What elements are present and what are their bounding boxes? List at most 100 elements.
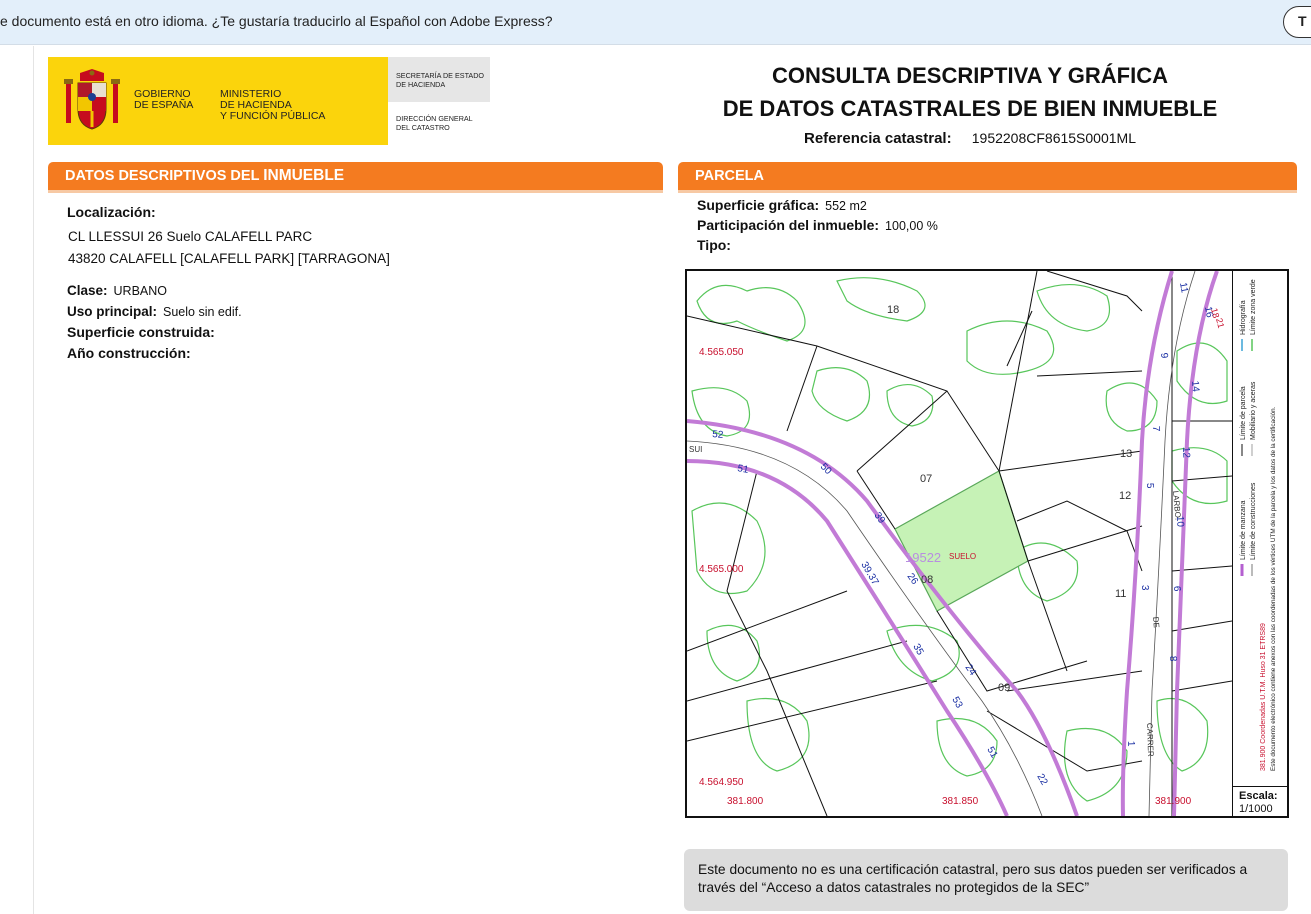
superficie-row: Superficie gráfica: 552 m2 <box>697 195 1257 215</box>
road-number: 11 <box>1177 282 1190 295</box>
section-title-emph: INMUEBLE <box>263 167 345 184</box>
map-scale: Escala: 1/1000 <box>1232 786 1287 816</box>
street-label: DE <box>1151 616 1161 628</box>
road-number: 9 <box>1158 352 1169 359</box>
translate-button[interactable]: T <box>1283 6 1311 38</box>
disclaimer-note: Este documento no es una certificación c… <box>684 849 1288 911</box>
utm-x-label: 381.800 <box>727 796 764 807</box>
government-logo: GOBIERNO DE ESPAÑA MINISTERIO DE HACIEND… <box>48 57 490 145</box>
map-canvas: 18 07 13 12 11 08 09 19522 SUELO 52 51 5… <box>687 271 1232 816</box>
superficie-label: Superficie gráfica: <box>697 197 820 213</box>
address-block: CL LLESSUI 26 Suelo CALAFELL PARC 43820 … <box>67 226 627 270</box>
note-line-1: Este documento no es una certificación c… <box>698 862 1248 877</box>
legend-zona-verde: Límite zona verde <box>1250 279 1257 335</box>
road-number: 22 <box>1034 772 1049 788</box>
utm-y-label: 4.565.050 <box>699 347 744 358</box>
clase-row: Clase: URBANO <box>67 280 627 301</box>
legend-parcela: Límite de parcela <box>1240 386 1247 440</box>
legend-coord-note: 381.900 Coordenadas U.T.M. Huso 31 ETRS8… <box>1260 623 1267 771</box>
secretaria-line-1: SECRETARÍA DE ESTADO <box>396 71 484 80</box>
address-line-1: CL LLESSUI 26 Suelo CALAFELL PARC <box>68 229 313 244</box>
ano-construccion-label: Año construcción: <box>67 345 191 361</box>
coat-of-arms-icon <box>64 69 120 130</box>
legend-hidrografia: Hidrografía <box>1240 300 1247 335</box>
ref-label: Referencia catastral: <box>804 130 952 147</box>
note-line-2: través del “Acceso a datos catastrales n… <box>698 880 1090 895</box>
direccion-line-1: DIRECCIÓN GENERAL <box>396 114 473 123</box>
ref-value: 1952208CF8615S0001ML <box>971 130 1136 146</box>
utm-y-label: 4.565.000 <box>699 564 744 575</box>
participacion-value: 100,00 % <box>885 219 938 233</box>
road-number: 24 <box>963 662 979 678</box>
direccion-line-2: DEL CATASTRO <box>396 123 450 132</box>
legend-manzana: Límite de manzana <box>1240 500 1247 560</box>
address-line-2: 43820 CALAFELL [CALAFELL PARK] [TARRAGON… <box>68 251 390 266</box>
title-line-2: DE DATOS CATASTRALES DE BIEN INMUEBLE <box>722 96 1218 121</box>
road-number: 21 <box>1214 317 1226 329</box>
road-number: 1 <box>1125 741 1136 747</box>
translate-bar: e documento está en otro idioma. ¿Te gus… <box>0 0 1311 45</box>
street-label: CARRER <box>1145 723 1155 757</box>
cadastral-reference: Referencia catastral: 1952208CF8615S0001… <box>680 130 1260 147</box>
parcela-title: PARCELA <box>695 168 765 184</box>
utm-x-label: 381.900 <box>1155 796 1192 807</box>
section-header-descriptivos: DATOS DESCRIPTIVOS DEL INMUEBLE <box>48 162 663 193</box>
participacion-row: Participación del inmueble: 100,00 % <box>697 215 1257 235</box>
road-number: 50 <box>818 461 834 477</box>
road-number: 53 <box>949 695 964 711</box>
section-title-prefix: DATOS DESCRIPTIVOS DEL <box>65 168 264 184</box>
road-number: 51 <box>736 463 749 476</box>
gobierno-line-2: DE ESPAÑA <box>134 99 194 111</box>
parcel-label-18: 18 <box>887 304 899 316</box>
scale-value: 1/1000 <box>1239 803 1273 815</box>
cadastral-map[interactable]: 18 07 13 12 11 08 09 19522 SUELO 52 51 5… <box>685 269 1289 818</box>
highlighted-parcel[interactable] <box>894 470 1029 612</box>
legend-construcciones: Límite de construcciones <box>1250 482 1257 560</box>
parcel-use-label: SUELO <box>949 552 976 561</box>
street-label: LARBO. <box>1171 490 1183 520</box>
road-number: 8 <box>1167 656 1178 662</box>
parcel-label-12: 12 <box>1119 490 1131 502</box>
participacion-label: Participación del inmueble: <box>697 217 880 233</box>
parcel-id-19522: 19522 <box>905 550 941 565</box>
road-number: 5 <box>1144 483 1155 489</box>
map-legend: Límite de manzana Límite de parcela Hidr… <box>1232 271 1287 816</box>
road-number: 12 <box>1180 447 1191 459</box>
road-number: 51 <box>984 745 999 761</box>
legend-mobiliario: Mobiliario y aceras <box>1250 381 1257 440</box>
gobierno-text: GOBIERNO DE ESPAÑA <box>134 89 193 111</box>
uso-row: Uso principal: Suelo sin edif. <box>67 301 627 322</box>
superficie-value: 552 m2 <box>825 199 867 213</box>
parcel-label-11: 11 <box>1115 588 1126 600</box>
road-number: 6 <box>1171 586 1182 592</box>
scale-label: Escala: <box>1239 790 1278 802</box>
parcel-label-08: 08 <box>921 574 933 586</box>
parcel-label-13: 13 <box>1120 448 1132 460</box>
street-label: SUI <box>689 445 702 454</box>
title-line-1: CONSULTA DESCRIPTIVA Y GRÁFICA <box>771 63 1169 88</box>
page-title: CONSULTA DESCRIPTIVA Y GRÁFICA DE DATOS … <box>680 59 1260 125</box>
utm-y-label: 4.564.950 <box>699 777 744 788</box>
translate-message: e documento está en otro idioma. ¿Te gus… <box>0 13 553 29</box>
descriptive-data: Localización: CL LLESSUI 26 Suelo CALAFE… <box>67 204 627 364</box>
road-number: 14 <box>1189 380 1201 392</box>
page-left-border <box>33 46 34 914</box>
parcel-data: Superficie gráfica: 552 m2 Participación … <box>697 195 1257 255</box>
road-number: 7 <box>1150 426 1161 432</box>
parcel-label-09: 09 <box>998 682 1010 694</box>
road-number: 3 <box>1139 585 1150 591</box>
legend-doc-note: Este documento electrónico contiene anex… <box>1270 406 1277 771</box>
superficie-construida-label: Superficie construida: <box>67 324 215 340</box>
secretaria-line-2: DE HACIENDA <box>396 80 446 89</box>
tipo-label: Tipo: <box>697 237 731 253</box>
clase-value: URBANO <box>113 284 168 298</box>
uso-value: Suelo sin edif. <box>163 305 242 319</box>
localizacion-label: Localización: <box>67 204 156 220</box>
direccion-text: DIRECCIÓN GENERAL DEL CATASTRO <box>396 114 473 132</box>
ministerio-text: MINISTERIO DE HACIENDA Y FUNCIÓN PÚBLICA <box>220 89 325 122</box>
uso-label: Uso principal: <box>67 304 158 319</box>
ministerio-line-3: Y FUNCIÓN PÚBLICA <box>220 110 326 122</box>
section-header-parcela: PARCELA <box>678 162 1297 193</box>
utm-x-label: 381.850 <box>942 796 979 807</box>
legend-canvas: Límite de manzana Límite de parcela Hidr… <box>1240 279 1277 771</box>
